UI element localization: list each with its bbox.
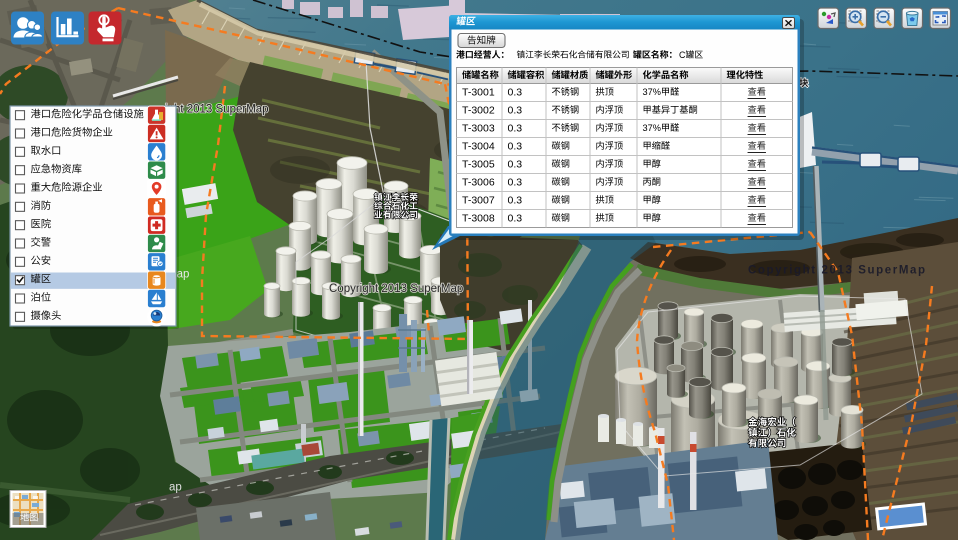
svg-text:T-3004: T-3004 (462, 141, 495, 153)
svg-text:T-3002: T-3002 (462, 105, 495, 117)
svg-text:0.3: 0.3 (508, 159, 523, 171)
svg-text:T-3005: T-3005 (462, 159, 495, 171)
svg-text:0.3: 0.3 (508, 123, 523, 135)
svg-text:0.3: 0.3 (508, 177, 523, 189)
svg-text:0.3: 0.3 (508, 213, 523, 225)
svg-text:T-3008: T-3008 (462, 213, 495, 225)
svg-text:0.3: 0.3 (508, 195, 523, 207)
svg-text:0.3: 0.3 (508, 105, 523, 117)
svg-text:Copyright 2013 SuperMap: Copyright 2013 SuperMap (748, 265, 927, 277)
svg-text:T-3007: T-3007 (462, 195, 495, 207)
svg-text:37%: 37% (643, 123, 661, 133)
svg-text:ap: ap (169, 482, 182, 494)
svg-text:T-3003: T-3003 (462, 123, 495, 135)
svg-text:C: C (679, 50, 686, 60)
svg-text:37%: 37% (643, 87, 661, 97)
svg-text:0.3: 0.3 (508, 141, 523, 153)
svg-text:T-3001: T-3001 (462, 87, 495, 99)
svg-text:Copyright 2013 SuperMap: Copyright 2013 SuperMap (329, 283, 463, 295)
svg-text:0.3: 0.3 (508, 87, 523, 99)
svg-text:ight 2013 SuperMap: ight 2013 SuperMap (165, 104, 269, 116)
svg-text:T-3006: T-3006 (462, 177, 495, 189)
